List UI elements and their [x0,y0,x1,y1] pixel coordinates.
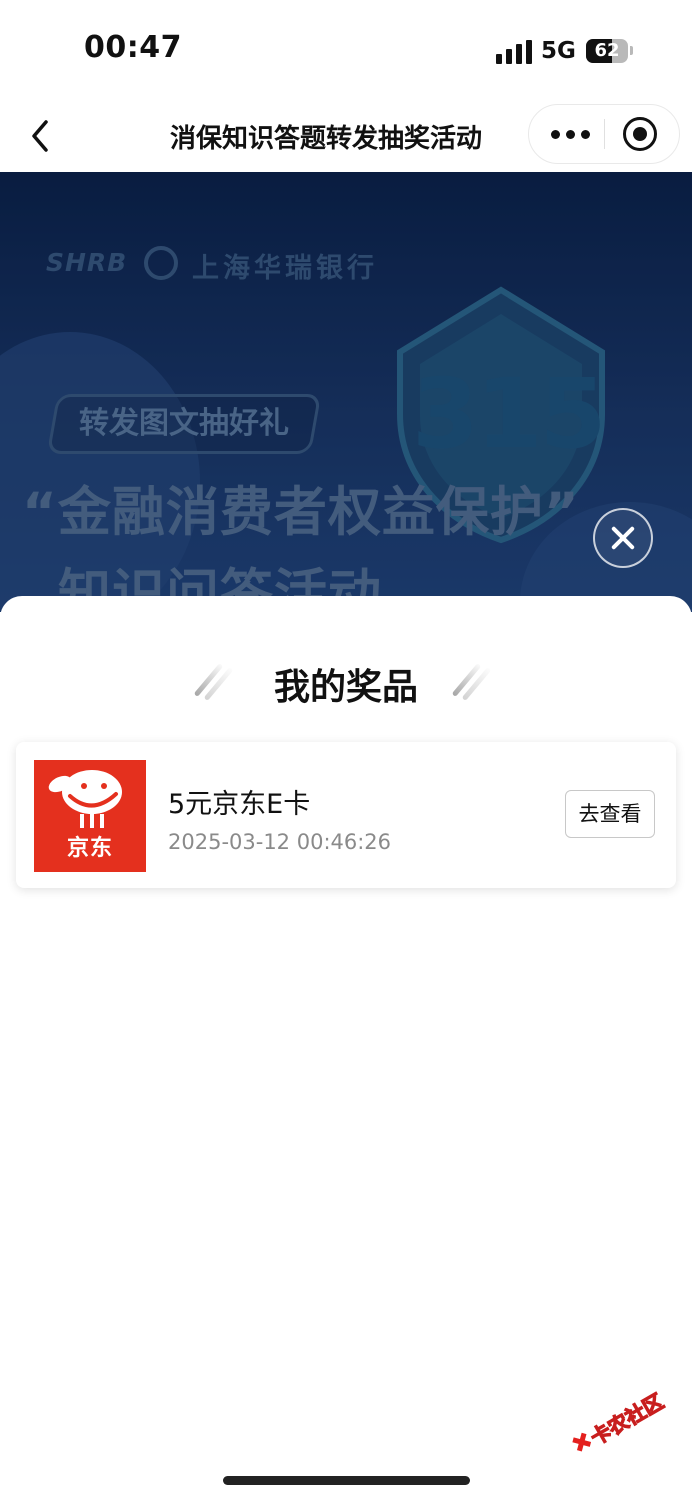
page-title: 消保知识答题转发抽奖活动 [170,124,483,154]
title-decoration-right [451,660,492,702]
prize-card: 京东 5元京东E卡 2025-03-12 00:46:26 去查看 [16,742,676,888]
status-bar: 00:47 5G 62 [0,0,692,100]
prize-sheet: 我的奖品 京东 5元京东E卡 2025-03-12 00:46:26 去查看 [0,596,692,1500]
close-mini-program-button[interactable] [623,117,657,151]
more-dots-icon [551,130,560,139]
home-indicator[interactable] [223,1476,470,1485]
sheet-title: 我的奖品 [273,667,418,708]
prize-time: 2025-03-12 00:46:26 [168,830,392,854]
network-label: 5G [541,38,576,64]
battery-icon: 62 [586,39,628,63]
view-prize-button[interactable]: 去查看 [565,790,655,838]
status-time: 00:47 [84,30,182,65]
back-button[interactable] [24,114,60,158]
more-button[interactable] [539,105,601,163]
jd-logo: 京东 [34,760,146,872]
jd-logo-text: 京东 [66,836,113,861]
modal-overlay [0,172,692,612]
battery-level: 62 [594,40,620,61]
battery-tip [630,46,633,55]
jd-dog-icon [48,770,122,828]
activity-banner: SHRB 上海华瑞银行 315 转发图文抽好礼 “金融消费者权益保护” 知识问答… [0,172,692,612]
capsule-divider [604,119,605,149]
mini-program-capsule [528,104,680,164]
chevron-left-icon [32,120,48,152]
nav-bar: 消保知识答题转发抽奖活动 [0,100,692,173]
prize-name: 5元京东E卡 [168,789,311,820]
signal-icon [496,40,532,64]
close-sheet-button[interactable] [593,508,653,568]
